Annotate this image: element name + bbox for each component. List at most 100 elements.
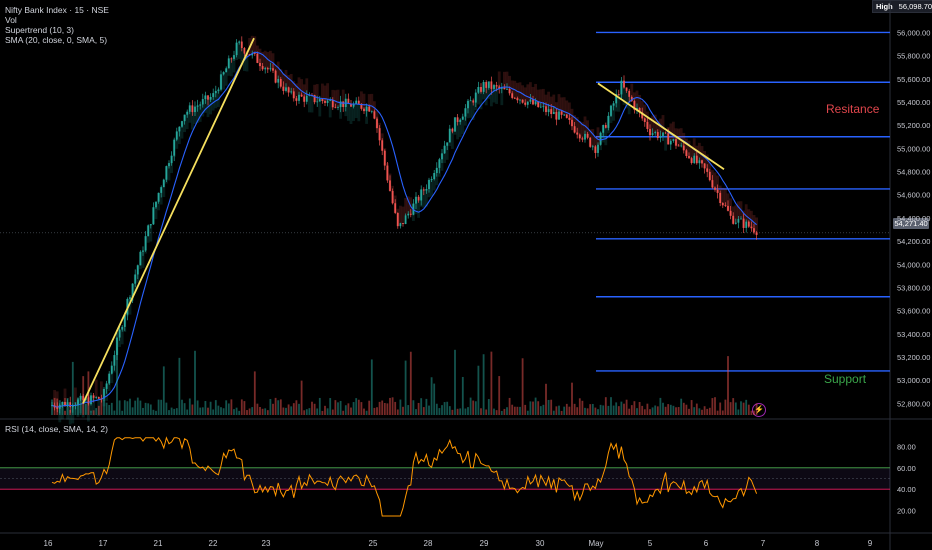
volume-bar (623, 403, 625, 415)
volume-bar (277, 400, 280, 415)
candle-body (261, 66, 264, 70)
volume-bar (753, 410, 755, 415)
volume-bar (451, 409, 454, 415)
volume-bar (92, 410, 95, 415)
candle-body (617, 94, 620, 95)
candle-body (207, 95, 209, 100)
candle-body (719, 192, 722, 204)
volume-bar (266, 410, 269, 415)
volume-bar (755, 403, 758, 415)
candle-body (526, 101, 529, 105)
candle-body (571, 119, 573, 127)
volume-bar (669, 404, 672, 415)
volume-bar (318, 397, 321, 415)
candle-body (506, 89, 508, 90)
candle-body (675, 139, 677, 146)
candle-body (370, 111, 373, 113)
price-tick-label: 53,800.00 (897, 283, 930, 292)
volume-bar (688, 408, 690, 415)
candle-body (149, 224, 152, 226)
candle-body (581, 138, 584, 140)
volume-bar (248, 408, 251, 415)
volume-bar (664, 406, 667, 415)
candle-body (108, 373, 111, 384)
volume-bar (633, 401, 636, 415)
volume-bar (287, 404, 290, 415)
volume-bar (53, 397, 56, 415)
volume-bar (139, 400, 142, 415)
volume-bar (105, 402, 108, 415)
candle-body (92, 395, 95, 398)
time-tick-label: 23 (262, 539, 271, 548)
candle-body (282, 86, 285, 91)
volume-bar (555, 406, 558, 415)
candle-body (183, 114, 186, 122)
candle-body (547, 109, 550, 113)
candle-body (682, 145, 685, 151)
candle-body (381, 140, 384, 151)
volume-bar (51, 399, 53, 415)
candle-body (706, 168, 709, 172)
price-chart[interactable]: 56,000.00 55,800.00 55,600.00 55,400.00 55,2… (0, 0, 932, 550)
volume-bar (711, 398, 714, 415)
candle-body (175, 131, 178, 140)
candle-body (389, 180, 391, 191)
volume-bar (482, 354, 485, 415)
candle-body (433, 173, 436, 180)
volume-bar (196, 400, 199, 415)
candle-body (516, 98, 519, 101)
price-tick-label: 54,400.00 (897, 214, 930, 223)
candle-body (573, 126, 576, 133)
candle-body (493, 85, 495, 89)
price-tick-label: 53,000.00 (897, 376, 930, 385)
candle-body (209, 96, 212, 100)
candle-body (545, 106, 547, 113)
candle-body (300, 94, 303, 97)
volume-bar (706, 408, 709, 415)
candle-body (233, 55, 235, 59)
volume-bar (563, 406, 566, 415)
volume-bar (610, 397, 612, 415)
volume-bar (136, 397, 139, 415)
volume-bar (251, 407, 254, 415)
volume-bar (175, 408, 178, 415)
volume-bar (126, 401, 129, 415)
candle-body (732, 215, 735, 224)
volume-bar (547, 399, 550, 415)
volume-bar (321, 410, 324, 415)
candle-body (162, 179, 165, 188)
volume-bar (638, 401, 641, 415)
volume-bar (672, 405, 675, 415)
candle-body (438, 159, 441, 168)
volume-bar (61, 403, 64, 415)
volume-bar (495, 410, 498, 415)
candle-body (394, 203, 397, 213)
candle-body (620, 80, 623, 95)
volume-bar (693, 407, 696, 415)
volume-bar (383, 402, 386, 415)
candle-body (386, 165, 389, 181)
candle-body (225, 68, 228, 73)
candle-body (560, 111, 563, 115)
volume-bar (716, 410, 719, 415)
candle-body (646, 121, 649, 129)
volume-bar (747, 404, 750, 415)
volume-bar (703, 406, 706, 415)
candle-body (755, 232, 758, 235)
volume-bar (326, 408, 329, 415)
volume-bar (708, 407, 711, 415)
volume-bar (100, 398, 103, 415)
volume-bar (620, 401, 623, 415)
candle-body (565, 114, 568, 118)
volume-bar (740, 401, 742, 415)
candle-body (422, 189, 425, 191)
volume-bar (264, 408, 267, 415)
volume-bar (113, 410, 116, 415)
candle-body (259, 62, 261, 67)
candle-body (654, 132, 657, 134)
candle-body (578, 134, 581, 139)
volume-bar (412, 400, 415, 415)
candle-body (295, 98, 298, 101)
candle-body (253, 53, 256, 55)
volume-bar (750, 410, 753, 415)
